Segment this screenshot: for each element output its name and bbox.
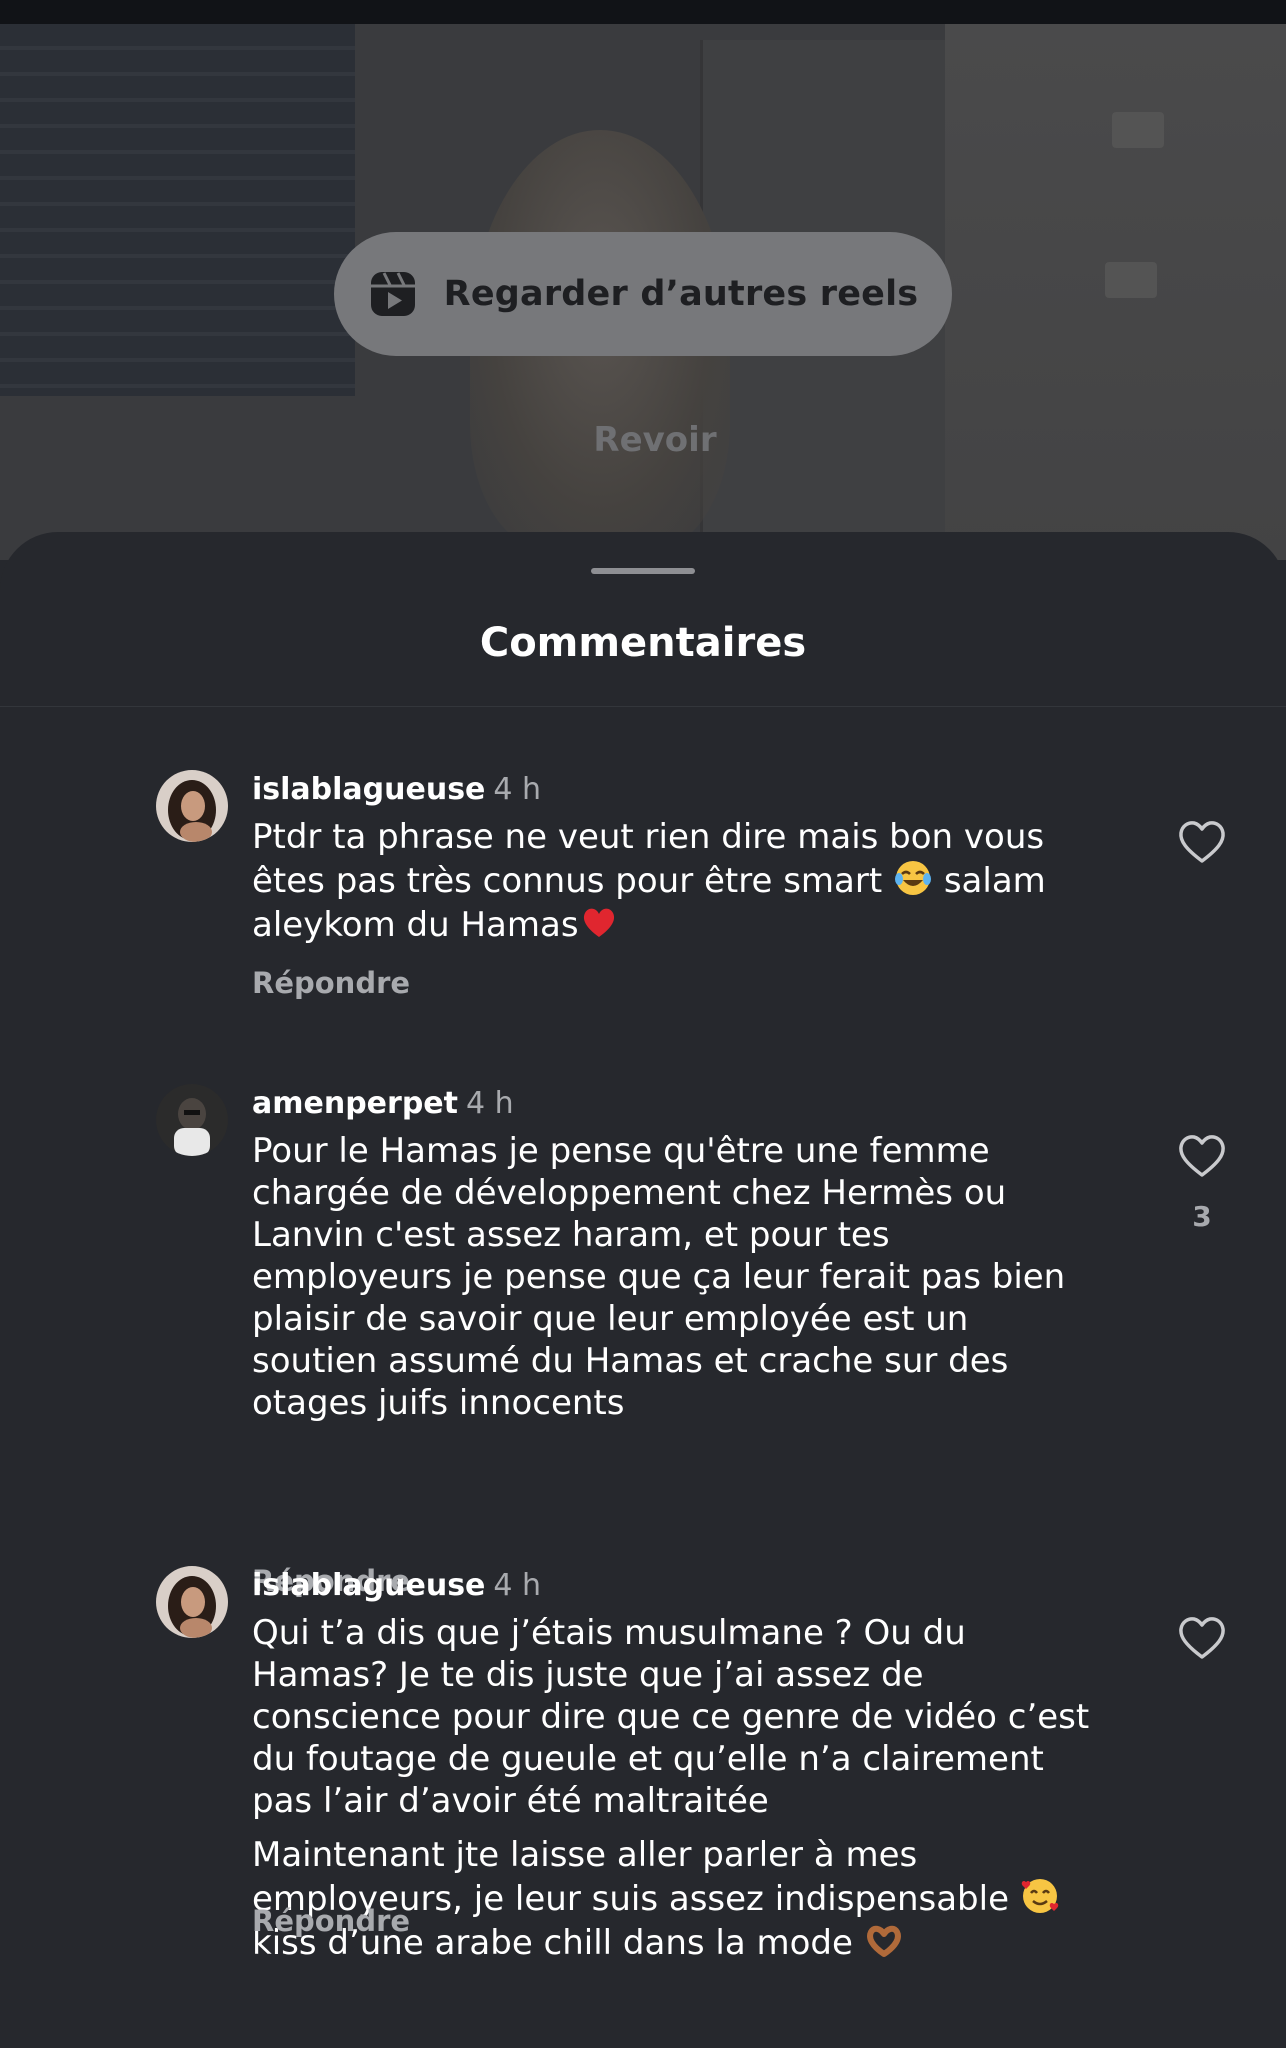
heart-outline-icon xyxy=(1179,821,1225,863)
comment-username[interactable]: islablagueuse xyxy=(252,1568,485,1603)
reels-icon xyxy=(368,269,418,319)
divider xyxy=(0,706,1286,707)
video-player[interactable]: Regarder d’autres reels Revoir xyxy=(0,0,1286,560)
comment-paragraph: Qui t’a dis que j’étais musulmane ? Ou d… xyxy=(252,1613,1090,1821)
reel-comments-screen: Regarder d’autres reels Revoir Commentai… xyxy=(0,0,1286,2048)
face-with-tears-of-joy-emoji xyxy=(893,858,933,898)
reply-button[interactable]: Répondre xyxy=(252,1904,410,1938)
smiling-face-with-hearts-emoji xyxy=(1020,1876,1060,1916)
watch-more-reels-button[interactable]: Regarder d’autres reels xyxy=(334,232,952,356)
comment-timestamp: 4 h xyxy=(493,772,542,807)
avatar[interactable] xyxy=(156,1566,228,1638)
heart-outline-icon xyxy=(1179,1617,1225,1659)
comment-header: islablagueuse 4 h xyxy=(252,1568,541,1604)
watch-more-reels-label: Regarder d’autres reels xyxy=(443,274,919,314)
avatar[interactable] xyxy=(156,1084,228,1156)
avatar[interactable] xyxy=(156,770,228,842)
video-frame-switch xyxy=(1112,112,1164,148)
comments-title: Commentaires xyxy=(479,620,807,666)
comment-header: amenperpet 4 h xyxy=(252,1086,514,1122)
sheet-drag-handle[interactable] xyxy=(591,568,695,574)
comment-text: Ptdr ta phrase ne veut rien dire mais bo… xyxy=(252,816,1092,946)
comment-text: Pour le Hamas je pense qu'être une femme… xyxy=(252,1131,1066,1423)
comments-sheet: Commentaires islablagueuse 4 h Ptdr ta ph… xyxy=(0,532,1286,2048)
replay-button[interactable]: Revoir xyxy=(0,420,1286,460)
heart-hands-emoji xyxy=(864,1920,904,1960)
like-button[interactable] xyxy=(1176,1132,1228,1180)
comment-paragraph: Maintenant jte laisse aller parler à mes… xyxy=(252,1834,1092,1964)
like-button[interactable] xyxy=(1176,818,1228,866)
comment-username[interactable]: islablagueuse xyxy=(252,772,485,807)
status-bar xyxy=(0,0,1286,24)
comment-username[interactable]: amenperpet xyxy=(252,1086,458,1121)
comment-timestamp: 4 h xyxy=(466,1086,514,1121)
like-button[interactable] xyxy=(1176,1614,1228,1662)
comment-header: islablagueuse 4 h xyxy=(252,772,541,808)
red-heart-emoji xyxy=(579,902,619,942)
video-frame-blinds xyxy=(0,24,355,396)
like-count: 3 xyxy=(1192,1200,1212,1233)
video-frame-switch xyxy=(1105,262,1157,298)
reply-button[interactable]: Répondre xyxy=(252,966,410,1000)
comment-timestamp: 4 h xyxy=(493,1568,542,1603)
heart-outline-icon xyxy=(1179,1135,1225,1177)
